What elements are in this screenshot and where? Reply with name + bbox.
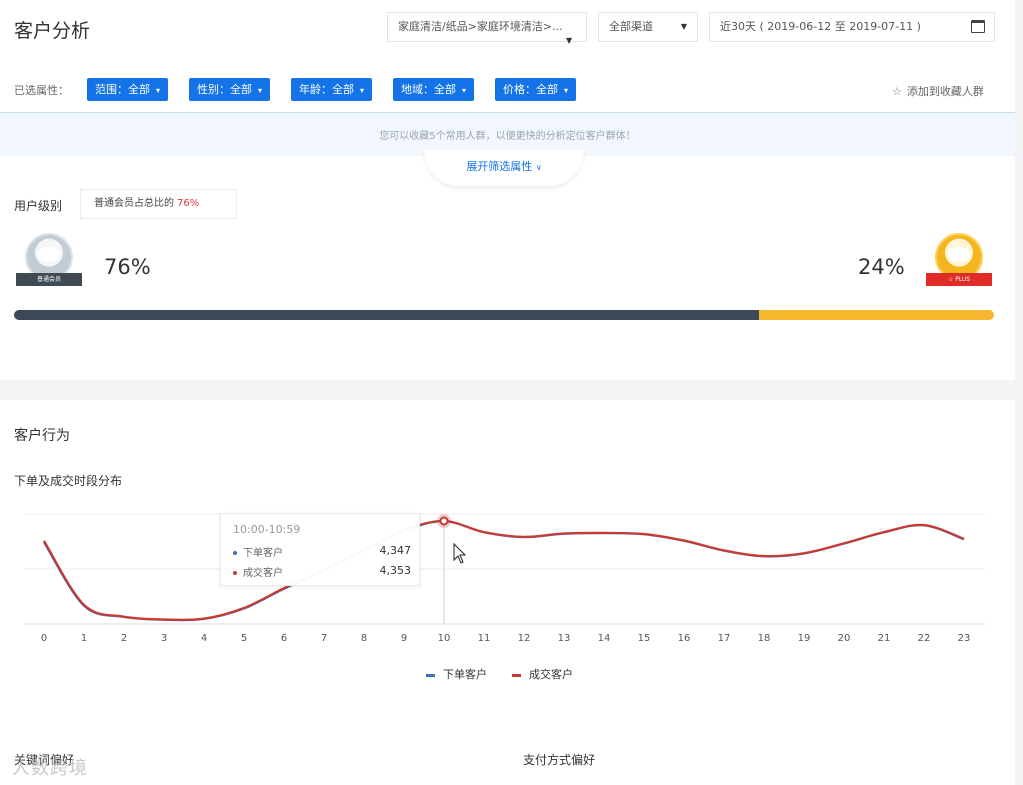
- x-tick-label: 2: [121, 633, 127, 644]
- x-tick-label: 17: [718, 633, 731, 644]
- badge-ribbon: ☆ PLUS: [926, 273, 992, 286]
- filter-chip-range[interactable]: 范围：全部 ▾: [87, 78, 169, 101]
- filter-chip-label: 性别：全部: [197, 83, 252, 96]
- filter-chip-label: 年龄：全部: [299, 83, 354, 96]
- badge-ribbon: 普通会员: [16, 273, 82, 286]
- filter-chip-label: 地域：全部: [401, 83, 456, 96]
- x-tick-label: 14: [598, 633, 611, 644]
- payment-preference-title: 支付方式偏好: [523, 753, 596, 767]
- date-range-picker[interactable]: 近30天 ( 2019-06-12 至 2019-07-11 ): [709, 12, 995, 42]
- x-tick-label: 0: [41, 633, 47, 644]
- tooltip-series-name: 成交客户: [243, 568, 283, 579]
- legend-label: 下单客户: [443, 668, 487, 681]
- legend-item-order[interactable]: 下单客户: [426, 666, 487, 682]
- page-title: 客户分析: [14, 20, 91, 42]
- date-range-value: 近30天 ( 2019-06-12 至 2019-07-11 ): [720, 20, 921, 33]
- x-tick-label: 9: [401, 633, 407, 644]
- legend-line-icon: [512, 673, 521, 677]
- plus-member-percent: 24%: [858, 255, 905, 279]
- chevron-down-icon: ▼: [680, 22, 687, 31]
- tooltip-row: 成交客户 4,353: [233, 564, 411, 580]
- normal-member-badge: 普通会员: [16, 233, 82, 295]
- chart-title: 下单及成交时段分布: [14, 474, 123, 488]
- normal-member-percent: 76%: [104, 255, 151, 279]
- user-level-label: 用户级别: [14, 199, 63, 213]
- legend-label: 成交客户: [529, 668, 573, 681]
- chevron-down-icon: ▾: [462, 86, 467, 95]
- x-tick-label: 7: [321, 633, 327, 644]
- filter-chip-label: 范围：全部: [95, 83, 150, 96]
- plus-member-bar: [759, 310, 994, 320]
- star-icon: ☆: [892, 85, 902, 98]
- filter-chip-age[interactable]: 年龄：全部 ▾: [291, 78, 373, 101]
- chevron-down-icon: ∨: [535, 163, 542, 172]
- x-tick-label: 3: [161, 633, 167, 644]
- x-tick-label: 8: [361, 633, 367, 644]
- tooltip-series-value: 4,347: [379, 544, 412, 557]
- channel-select[interactable]: 全部渠道 ▼: [598, 12, 698, 42]
- expand-filters-label: 展开筛选属性 ∨: [466, 160, 542, 173]
- x-tick-label: 23: [958, 633, 971, 644]
- section-title: 客户行为: [14, 428, 70, 444]
- x-tick-label: 18: [758, 633, 771, 644]
- series-line-deal: [43, 519, 965, 622]
- add-favorite-button[interactable]: ☆ 添加到收藏人群: [892, 83, 984, 99]
- x-tick-label: 1: [81, 633, 87, 644]
- chevron-down-icon: ▾: [360, 86, 365, 95]
- plus-member-badge: ☆ PLUS: [926, 233, 992, 295]
- tooltip-row: 下单客户 4,347: [233, 544, 411, 560]
- x-tick-label: 6: [281, 633, 287, 644]
- chevron-down-icon: ▼: [566, 36, 573, 45]
- filter-chip-label: 价格：全部: [503, 83, 558, 96]
- calendar-icon[interactable]: [971, 20, 985, 33]
- mascot-icon: [948, 247, 970, 261]
- chevron-down-icon: ▾: [564, 86, 569, 95]
- normal-member-bar: [14, 310, 759, 320]
- watermark: 人数跨境: [12, 758, 88, 779]
- order-deal-time-chart[interactable]: 0 1 2 3 4 5 6 7 8 9 10 11 12 13 14 15 16 17 18 19 20 21 22 23: [0, 500, 1015, 650]
- cursor-icon: [453, 542, 467, 564]
- series-dot-icon: [233, 551, 237, 555]
- filter-chip-region[interactable]: 地域：全部 ▾: [393, 78, 475, 101]
- summary-prefix: 普通会员占总比的: [94, 198, 174, 209]
- filters-label: 已选属性：: [14, 84, 69, 97]
- filter-chip-price[interactable]: 价格：全部 ▾: [495, 78, 577, 101]
- x-tick-label: 10: [438, 633, 451, 644]
- x-tick-label: 20: [838, 633, 851, 644]
- series-dot-icon: [233, 571, 237, 575]
- x-tick-label: 5: [241, 633, 247, 644]
- chevron-down-icon: ▾: [156, 86, 161, 95]
- x-tick-label: 15: [638, 633, 651, 644]
- highlight-point: [439, 516, 449, 526]
- tip-text: 您可以收藏5个常用人群，以便更快的分析定位客户群体！: [379, 131, 636, 142]
- x-tick-label: 13: [558, 633, 571, 644]
- category-select[interactable]: 家庭清洁/纸品>家庭环境清洁>... ▼: [387, 12, 587, 45]
- legend-line-icon: [426, 673, 435, 677]
- x-tick-label: 22: [918, 633, 931, 644]
- tooltip-series-name: 下单客户: [243, 548, 283, 559]
- tooltip-series-value: 4,353: [379, 564, 412, 577]
- category-select-value: 家庭清洁/纸品>家庭环境清洁>...: [398, 20, 563, 33]
- expand-filters-button[interactable]: 展开筛选属性 ∨: [424, 150, 584, 186]
- legend-item-deal[interactable]: 成交客户: [512, 666, 573, 682]
- channel-select-value: 全部渠道: [609, 20, 653, 33]
- x-tick-label: 19: [798, 633, 811, 644]
- x-tick-label: 4: [201, 633, 207, 644]
- x-tick-label: 11: [478, 633, 491, 644]
- add-favorite-label: 添加到收藏人群: [906, 85, 984, 98]
- x-tick-label: 12: [518, 633, 531, 644]
- user-level-summary: 普通会员占总比的 76%: [80, 189, 237, 219]
- summary-value: 76%: [177, 198, 200, 209]
- tooltip-title: 10:00-10:59: [233, 523, 301, 536]
- x-tick-label: 21: [878, 633, 891, 644]
- filter-chip-gender[interactable]: 性别：全部 ▾: [189, 78, 271, 101]
- chevron-down-icon: ▾: [258, 86, 263, 95]
- chart-tooltip: 10:00-10:59 下单客户 4,347 成交客户 4,353: [220, 513, 420, 586]
- mascot-icon: [38, 247, 60, 261]
- x-tick-label: 16: [678, 633, 691, 644]
